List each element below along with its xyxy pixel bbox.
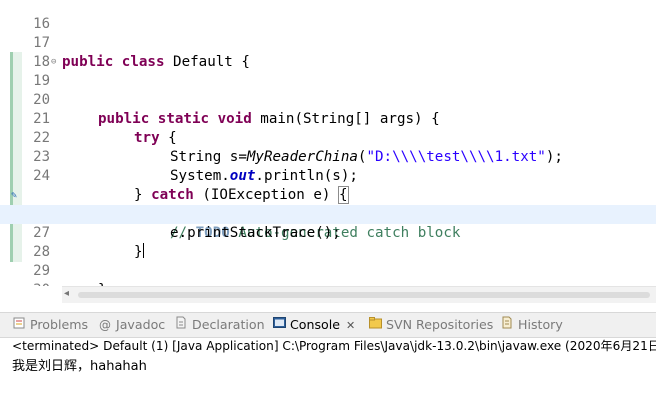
code-line: 29 } — [0, 243, 656, 286]
line-number: 30 — [20, 281, 50, 286]
code-line: ✎ 25 // TODO Auto-generated catch block — [0, 167, 656, 241]
fold-collapse-icon[interactable]: ⊖ — [51, 53, 56, 72]
close-icon[interactable]: ✕ — [346, 319, 355, 332]
horizontal-scrollbar[interactable]: ◂ — [62, 286, 656, 303]
code-line: 24 } catch (IOException e) { — [0, 148, 656, 204]
tab-history[interactable]: History — [500, 316, 563, 334]
scrollbar-thumb[interactable] — [78, 292, 650, 298]
at-sign-icon: @ — [99, 318, 111, 332]
tab-javadoc[interactable]: @ Javadoc — [98, 316, 165, 334]
console-output[interactable]: 我是刘日辉，hahahah — [12, 357, 147, 377]
code-line: 21 try { — [0, 91, 656, 146]
code-line: 16 — [0, 0, 656, 32]
current-line: 27 } — [0, 205, 656, 260]
declaration-icon — [174, 316, 188, 334]
code-line: 23 System.out.println(s); — [0, 129, 656, 184]
view-tab-bar: Problems @ Javadoc Declaration Console ✕ S… — [0, 312, 656, 338]
console-status-line: <terminated> Default (1) [Java Applicati… — [12, 339, 656, 353]
code-line: 17 public class Default { — [0, 15, 656, 70]
code-editor[interactable]: 16 17 public class Default { 18 19 ⊖ pub… — [0, 0, 656, 286]
history-icon — [500, 316, 514, 334]
console-icon — [272, 316, 286, 334]
code-line: 20 — [0, 72, 656, 108]
code-line: 19 ⊖ public static void main(String[] ar… — [0, 53, 656, 127]
problems-icon — [12, 316, 26, 334]
svn-repositories-icon — [368, 316, 382, 334]
code-line: 22 String s=MyReaderChina("D:\\\\test\\\… — [0, 110, 656, 165]
code-line: 30 /* — [0, 262, 656, 286]
scroll-left-icon[interactable]: ◂ — [64, 288, 69, 299]
tab-declaration[interactable]: Declaration — [174, 316, 265, 334]
code-line: 26 e.printStackTrace(); — [0, 186, 656, 241]
tab-problems[interactable]: Problems — [12, 316, 88, 334]
tab-svn-repositories[interactable]: SVN Repositories — [368, 316, 493, 334]
tab-console[interactable]: Console ✕ — [272, 316, 355, 334]
code-line: 28 — [0, 224, 656, 260]
code-line: 18 — [0, 34, 656, 70]
